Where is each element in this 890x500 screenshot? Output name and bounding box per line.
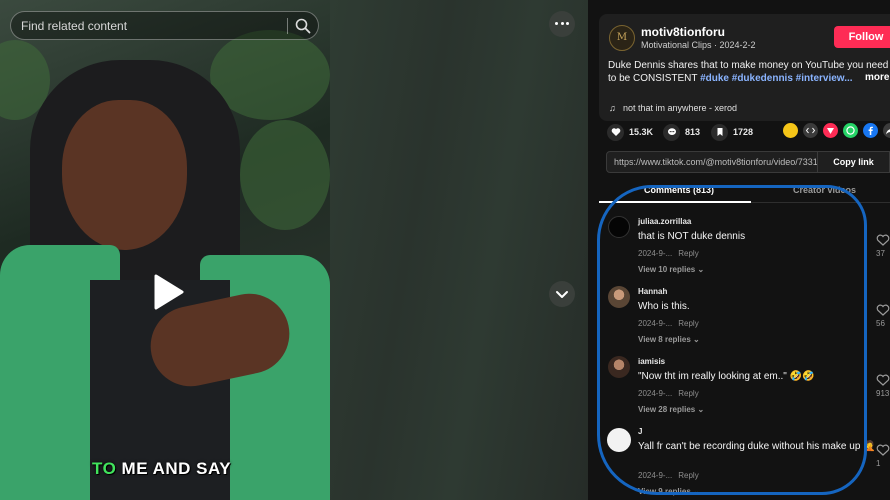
save-action[interactable]: 1728 <box>711 122 753 142</box>
comment-like-count: 37 <box>876 249 885 258</box>
active-tab-indicator <box>599 201 751 203</box>
reply-link[interactable]: Reply <box>678 319 698 328</box>
emoji-share-icon[interactable] <box>783 123 798 138</box>
facebook-icon[interactable] <box>863 123 878 138</box>
commenter-avatar[interactable] <box>608 286 630 308</box>
description-more-link[interactable]: more <box>865 72 889 83</box>
comment-meta: 2024-9-... Reply <box>638 389 699 398</box>
reply-link[interactable]: Reply <box>678 389 698 398</box>
background-plant <box>240 120 330 230</box>
app-root: Find related content TO ME AND SAY M mot… <box>0 0 890 500</box>
play-icon[interactable] <box>148 272 188 312</box>
music-title: not that im anywhere - xerod <box>623 103 738 113</box>
comment-like-count: 913 <box>876 389 890 398</box>
commenter-avatar[interactable] <box>607 428 631 452</box>
comment-like-count: 56 <box>876 319 885 328</box>
reply-link[interactable]: Reply <box>678 249 698 258</box>
bookmark-icon <box>711 123 728 141</box>
search-divider <box>287 18 288 34</box>
share-arrow-icon[interactable] <box>883 123 890 138</box>
heart-outline-icon[interactable] <box>876 374 890 386</box>
chevron-down-icon[interactable] <box>549 281 575 307</box>
comment-action[interactable]: 813 <box>663 122 700 142</box>
person-face <box>62 100 187 250</box>
action-bar: 15.3K 813 1728 <box>607 122 890 142</box>
view-replies-link[interactable]: View 9 replies ⌄ <box>638 487 700 496</box>
comment-text: Who is this. <box>638 301 690 312</box>
comment-count: 813 <box>685 127 701 137</box>
heart-outline-icon[interactable] <box>876 444 890 456</box>
view-replies-link[interactable]: View 28 replies ⌄ <box>638 405 704 414</box>
comment-meta: 2024-9-... Reply <box>638 319 699 328</box>
heart-icon <box>607 123 624 141</box>
embed-icon[interactable] <box>803 123 818 138</box>
comment-meta: 2024-9-... Reply <box>638 471 699 480</box>
commenter-avatar[interactable] <box>608 216 630 238</box>
heart-outline-icon[interactable] <box>876 234 890 246</box>
music-note-icon: ♫ <box>609 103 616 113</box>
music-track[interactable]: ♫ not that im anywhere - xerod <box>609 103 737 113</box>
details-panel: M motiv8tionforu Motivational Clips · 20… <box>588 0 890 500</box>
search-input[interactable]: Find related content <box>21 19 127 33</box>
comment-username[interactable]: J <box>638 427 642 436</box>
heart-outline-icon[interactable] <box>876 304 890 316</box>
like-action[interactable]: 15.3K <box>607 122 653 142</box>
comment-username[interactable]: Hannah <box>638 287 667 296</box>
comment-text: Yall fr can't be recording duke without … <box>638 441 876 452</box>
video-description: Duke Dennis shares that to make money on… <box>608 59 890 85</box>
author-avatar[interactable]: M <box>609 25 635 51</box>
view-replies-link[interactable]: View 8 replies ⌄ <box>638 335 700 344</box>
blurred-backdrop <box>330 0 588 500</box>
more-horizontal-icon[interactable] <box>549 11 575 37</box>
video-caption: TO ME AND SAY <box>92 459 231 479</box>
like-count: 15.3K <box>629 127 654 137</box>
comment-text: "Now tht im really looking at em.." 🤣🤣 <box>638 371 815 382</box>
comment-date: 2024-9-... <box>638 389 673 398</box>
comment-icon <box>663 123 680 141</box>
tab-creator-videos[interactable]: Creator videos <box>793 185 856 195</box>
whatsapp-icon[interactable] <box>843 123 858 138</box>
commenter-avatar[interactable] <box>608 356 630 378</box>
description-hashtags[interactable]: #duke #dukedennis #interview... <box>700 73 852 84</box>
tab-bar: Comments (813) Creator videos <box>599 180 890 203</box>
video-player[interactable]: Find related content TO ME AND SAY <box>0 0 330 500</box>
comment-username[interactable]: iamisis <box>638 357 665 366</box>
view-replies-link[interactable]: View 10 replies ⌄ <box>638 265 704 274</box>
search-icon[interactable] <box>294 17 312 35</box>
video-link-field[interactable]: https://www.tiktok.com/@motiv8tionforu/v… <box>606 151 818 173</box>
copy-link-button[interactable]: Copy link <box>818 151 890 173</box>
tab-comments[interactable]: Comments (813) <box>644 185 714 195</box>
follow-button[interactable]: Follow <box>834 26 890 48</box>
author-subline: Motivational Clips · 2024-2-2 <box>641 40 756 50</box>
author-username[interactable]: motiv8tionforu <box>641 25 725 39</box>
send-icon[interactable] <box>823 123 838 138</box>
reply-link[interactable]: Reply <box>678 471 698 480</box>
comment-username[interactable]: juliaa.zorrillaa <box>638 217 691 226</box>
save-count: 1728 <box>733 127 754 137</box>
comment-meta: 2024-9-... Reply <box>638 249 699 258</box>
comment-text: that is NOT duke dennis <box>638 231 746 242</box>
comment-date: 2024-9-... <box>638 249 673 258</box>
comment-like-count: 1 <box>876 459 881 468</box>
caption-highlight: TO <box>92 459 117 478</box>
search-bar[interactable]: Find related content <box>10 11 319 40</box>
video-info-card: M motiv8tionforu Motivational Clips · 20… <box>599 14 890 121</box>
caption-text: ME AND SAY <box>116 459 232 478</box>
comment-date: 2024-9-... <box>638 471 673 480</box>
comment-date: 2024-9-... <box>638 319 673 328</box>
